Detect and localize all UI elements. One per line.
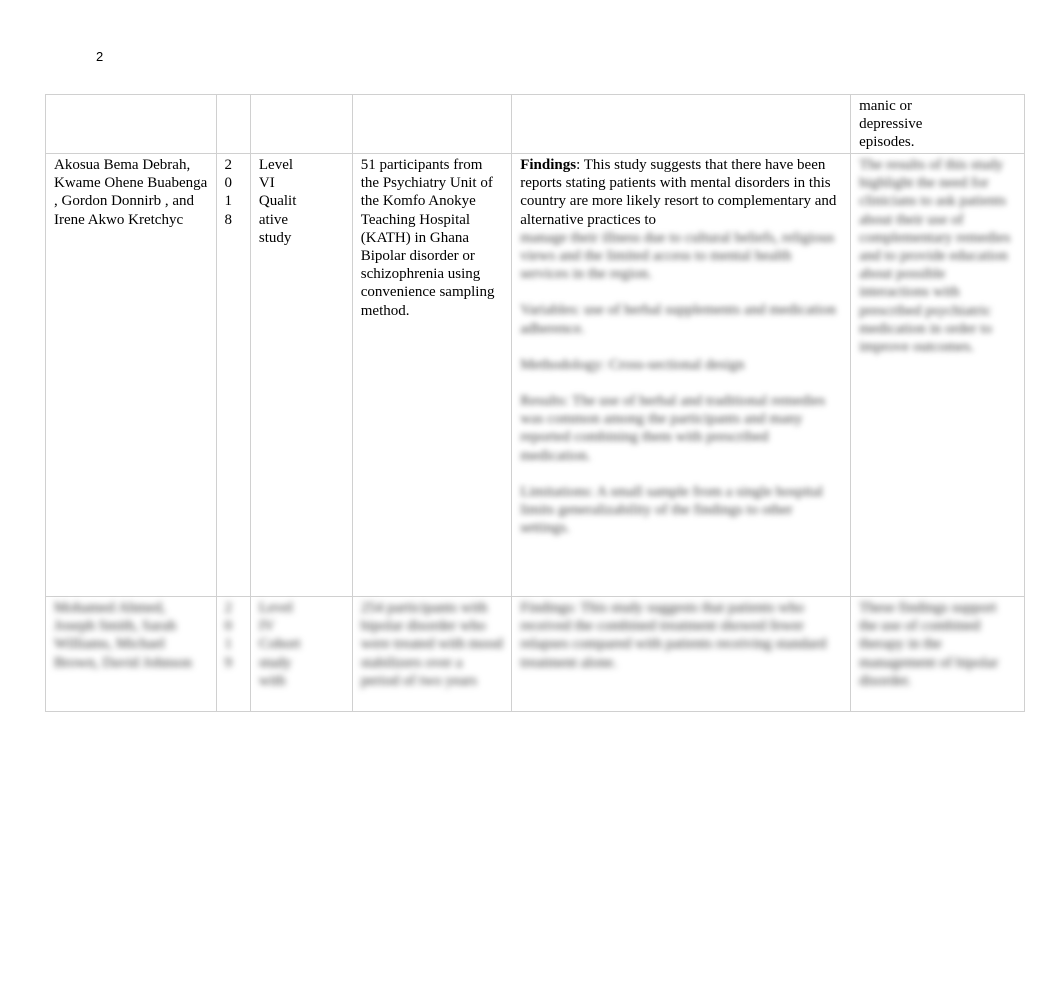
notes-blurred: These findings support the use of combin… <box>859 600 999 689</box>
sample-blurred: 254 participants with bipolar disorder w… <box>360 600 503 689</box>
sample-text: 51 participants from the Psychiatry Unit… <box>360 157 495 319</box>
authors-cell: Akosua Bema Debrah, Kwame Ohene Buabenga… <box>45 153 217 597</box>
level-cell: Level IV Cohort study with <box>249 596 353 712</box>
year-cell: 2 0 1 8 <box>215 153 251 597</box>
year-text: 2 0 1 8 <box>224 157 233 228</box>
table-row: Mohamed Ahmed, Joseph Smith, Sarah Willi… <box>45 596 1025 712</box>
findings-blurred: Findings: This study suggests that patie… <box>520 600 827 671</box>
level-cell <box>249 94 353 154</box>
findings-blurred-para: Variables: use of herbal supplements and… <box>520 302 836 337</box>
findings-blurred-para: manage their illness due to cultural bel… <box>520 229 835 283</box>
findings-cell: Findings: This study suggests that patie… <box>511 596 852 712</box>
level-blurred: Level IV Cohort study with <box>258 600 301 689</box>
findings-blurred-para: Limitations: A small sample from a singl… <box>520 483 824 537</box>
authors-cell <box>45 94 217 154</box>
findings-blurred: manage their illness due to cultural bel… <box>520 229 842 538</box>
notes-cell: These findings support the use of combin… <box>850 596 1025 712</box>
level-text: Level VI Qualit ative study <box>258 157 297 246</box>
notes-cell: The results of this study highlight the … <box>850 153 1025 597</box>
table-row: manic or depressive episodes. <box>45 94 1025 154</box>
findings-blurred-para: Methodology: Cross-sectional design <box>520 356 745 373</box>
findings-cell: Findings: This study suggests that there… <box>511 153 852 597</box>
notes-text: manic or depressive episodes. <box>859 98 923 151</box>
sample-cell: 254 participants with bipolar disorder w… <box>351 596 513 712</box>
sample-cell: 51 participants from the Psychiatry Unit… <box>351 153 513 597</box>
authors-cell: Mohamed Ahmed, Joseph Smith, Sarah Willi… <box>45 596 217 712</box>
year-blurred: 2 0 1 9 <box>224 600 233 671</box>
authors-text: Akosua Bema Debrah, Kwame Ohene Buabenga… <box>54 157 208 228</box>
findings-label: Findings <box>520 157 577 173</box>
table-row: Akosua Bema Debrah, Kwame Ohene Buabenga… <box>45 153 1025 597</box>
authors-blurred: Mohamed Ahmed, Joseph Smith, Sarah Willi… <box>54 600 192 671</box>
year-cell <box>215 94 251 154</box>
findings-cell <box>511 94 852 154</box>
sample-cell <box>351 94 513 154</box>
notes-blurred: The results of this study highlight the … <box>859 157 1011 356</box>
literature-review-table: manic or depressive episodes. Akosua Bem… <box>45 94 1025 712</box>
level-cell: Level VI Qualit ative study <box>249 153 353 597</box>
page-number: 2 <box>96 49 104 64</box>
year-cell: 2 0 1 9 <box>215 596 251 712</box>
notes-cell: manic or depressive episodes. <box>850 94 1025 154</box>
findings-blurred-para: Results: The use of herbal and tradition… <box>520 393 826 464</box>
findings-text: Findings: This study suggests that there… <box>520 157 837 228</box>
